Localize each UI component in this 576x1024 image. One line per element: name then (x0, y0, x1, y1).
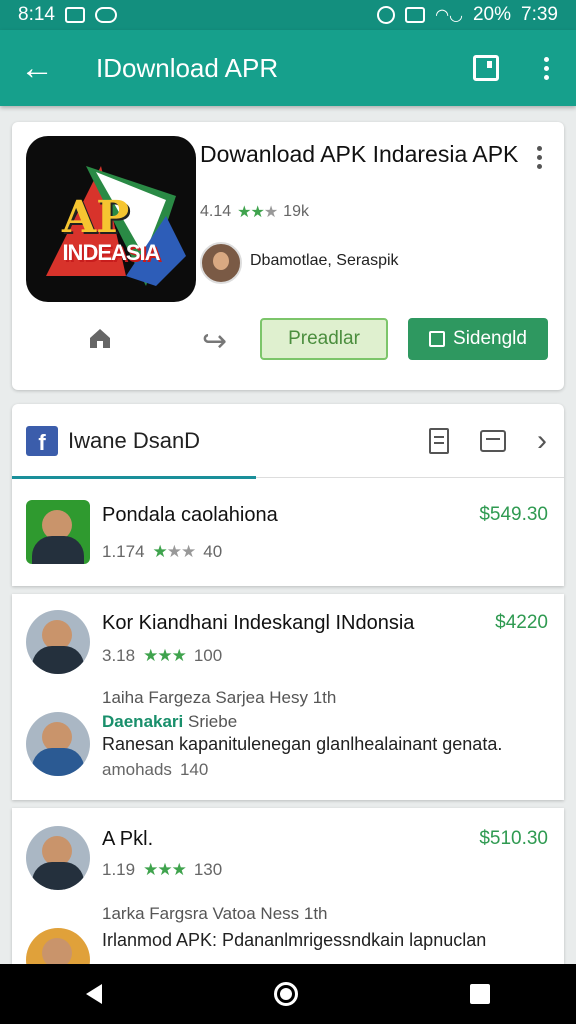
bookmark-icon (473, 55, 499, 81)
preadlar-button[interactable]: Preadlar (260, 318, 388, 360)
nav-back-icon[interactable] (86, 984, 102, 1004)
item-rating: 1.19 (102, 860, 136, 879)
item-price: $510.30 (479, 828, 548, 849)
item-thumbnail (26, 610, 90, 674)
item-rating-row: 3.18 ★★★ 100 (102, 646, 222, 666)
item-rating: 3.18 (102, 646, 136, 665)
app-title: Dowanload APK Indaresia APK (200, 141, 519, 167)
review-text: Ranesan kapanitulenegan glanlhealainant … (102, 734, 503, 754)
gallery-notification-icon (64, 7, 85, 23)
document-icon (429, 427, 449, 454)
app-icon[interactable]: AP INDEASIA (26, 136, 196, 302)
reviewer-name-text: Daenakari (102, 712, 184, 731)
list-header: f Iwane DsanD › (12, 404, 564, 479)
facebook-icon: f (26, 425, 58, 456)
item-count: 130 (193, 860, 223, 879)
app-bar-title: IDownload APR (96, 52, 279, 83)
app-card: AP INDEASIA Dowanload APK Indaresia APK … (12, 122, 564, 390)
app-bar: ← IDownload APR (0, 30, 576, 106)
store-icon[interactable] (88, 326, 112, 350)
messenger-notification-icon (94, 7, 117, 23)
doc-button[interactable] (412, 427, 466, 454)
list-item-card[interactable]: Kor Kiandhani Indeskangl INdonsia $4220 … (12, 594, 564, 800)
system-nav-bar (0, 964, 576, 1024)
wifi-icon: ◠◡ (435, 7, 463, 24)
back-arrow-icon[interactable]: ← (0, 51, 74, 85)
item-subtitle: 1arka Fargsra Vatoa Ness 1th (102, 904, 328, 923)
item-price: $549.30 (479, 504, 548, 525)
chevron-right-icon[interactable]: › (520, 424, 564, 458)
checkbox-icon (429, 331, 446, 347)
status-time-left: 8:14 (18, 4, 55, 25)
star-rating-icon: ★★★ (152, 542, 197, 561)
status-time-right: 7:39 (521, 4, 558, 25)
app-rating-row: 4.14 ★★★ 19k (200, 202, 309, 222)
more-vert-icon (537, 146, 542, 169)
developer-name[interactable]: Dbamotlae, Seraspik (250, 252, 399, 270)
list-item[interactable]: Pondala caolahiona $549.30 1.174 ★★★ 40 (12, 478, 564, 586)
list-item-card[interactable]: A Pkl. $510.30 1.19 ★★★ 130 1arka Fargsr… (12, 808, 564, 992)
review-text: Irlanmod APK: Pdananlmrigessndkain lapnu… (102, 930, 487, 950)
app-logo-sub-text: INDEASIA (62, 240, 160, 265)
item-subtitle: 1aiha Fargeza Sarjea Hesy 1th (102, 688, 337, 707)
battery-level: 20% (472, 4, 512, 25)
list-card: f Iwane DsanD › Pondala caolahiona $549.… (12, 404, 564, 586)
item-title: Kor Kiandhani Indeskangl INdonsia (102, 612, 415, 634)
item-title: Pondala caolahiona (102, 504, 278, 526)
app-action-row: ↪ Preadlar Sidengld (12, 318, 564, 362)
item-count: 40 (203, 542, 223, 561)
app-review-count: 19k (283, 203, 309, 220)
screenshot-icon (405, 7, 426, 23)
star-rating-icon: ★★★ (143, 646, 187, 665)
alarm-icon (377, 6, 396, 24)
nav-recents-icon[interactable] (470, 984, 490, 1004)
status-bar: 8:14 ◠◡ 20% 7:39 (0, 0, 576, 30)
star-rating-icon: ★★★ (237, 204, 278, 221)
sidengld-button-label: Sidengld (453, 328, 527, 349)
more-vert-icon (543, 56, 549, 80)
share-icon[interactable]: ↪ (202, 324, 227, 359)
app-rating-value: 4.14 (200, 203, 232, 220)
review-meta-label: amohads (102, 760, 172, 779)
star-rating-icon: ★★★ (143, 860, 187, 879)
item-price: $4220 (495, 612, 548, 633)
developer-avatar[interactable] (200, 242, 242, 284)
calendar-icon (480, 429, 506, 452)
app-logo-main-text: AP (62, 192, 130, 243)
reviewer-name: Daenakari Sriebe (102, 712, 237, 732)
app-card-menu-button[interactable] (537, 146, 542, 169)
list-title: Iwane DsanD (68, 427, 201, 453)
item-count: 100 (193, 646, 223, 665)
reviewer-avatar (26, 712, 90, 776)
review-meta-count: 140 (179, 760, 209, 779)
review-meta: amohads 140 (102, 760, 208, 780)
reviewer-tag: Sriebe (188, 712, 238, 731)
item-rating: 1.174 (102, 542, 145, 561)
item-thumbnail (26, 826, 90, 890)
calendar-button[interactable] (466, 429, 520, 452)
overflow-menu-button[interactable] (516, 56, 576, 80)
nav-home-icon[interactable] (274, 982, 298, 1006)
bookmark-button[interactable] (456, 55, 516, 81)
item-title: A Pkl. (102, 828, 154, 850)
item-rating-row: 1.19 ★★★ 130 (102, 860, 222, 880)
sidengld-button[interactable]: Sidengld (408, 318, 548, 360)
item-thumbnail (26, 500, 90, 564)
item-rating-row: 1.174 ★★★ 40 (102, 542, 222, 562)
